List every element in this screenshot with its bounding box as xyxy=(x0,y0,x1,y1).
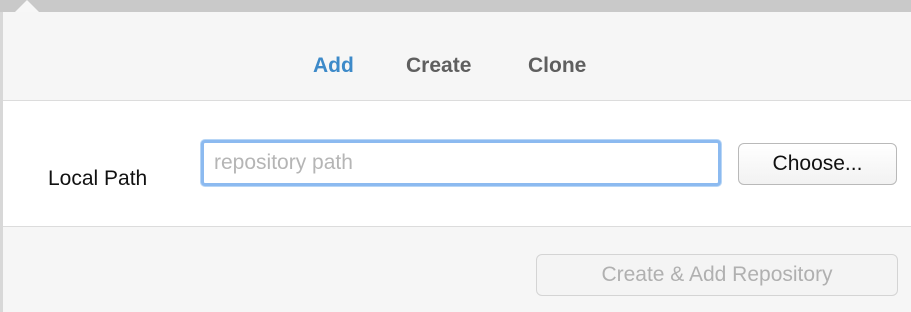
repository-path-input[interactable] xyxy=(201,140,721,186)
add-repository-screen: Add Create Clone Local Path Choose... Cr… xyxy=(0,0,911,312)
tab-clone[interactable]: Clone xyxy=(528,54,586,78)
choose-button[interactable]: Choose... xyxy=(738,143,897,185)
form-area: Local Path Choose... xyxy=(3,101,911,227)
tab-bar: Add Create Clone xyxy=(3,12,911,101)
repository-popover: Add Create Clone Local Path Choose... Cr… xyxy=(3,12,911,312)
window-backdrop xyxy=(0,0,911,12)
footer: Create & Add Repository xyxy=(3,227,911,312)
tab-create[interactable]: Create xyxy=(406,54,471,78)
tab-add[interactable]: Add xyxy=(313,54,354,78)
local-path-label: Local Path xyxy=(48,167,148,190)
create-add-repository-button[interactable]: Create & Add Repository xyxy=(536,254,898,296)
